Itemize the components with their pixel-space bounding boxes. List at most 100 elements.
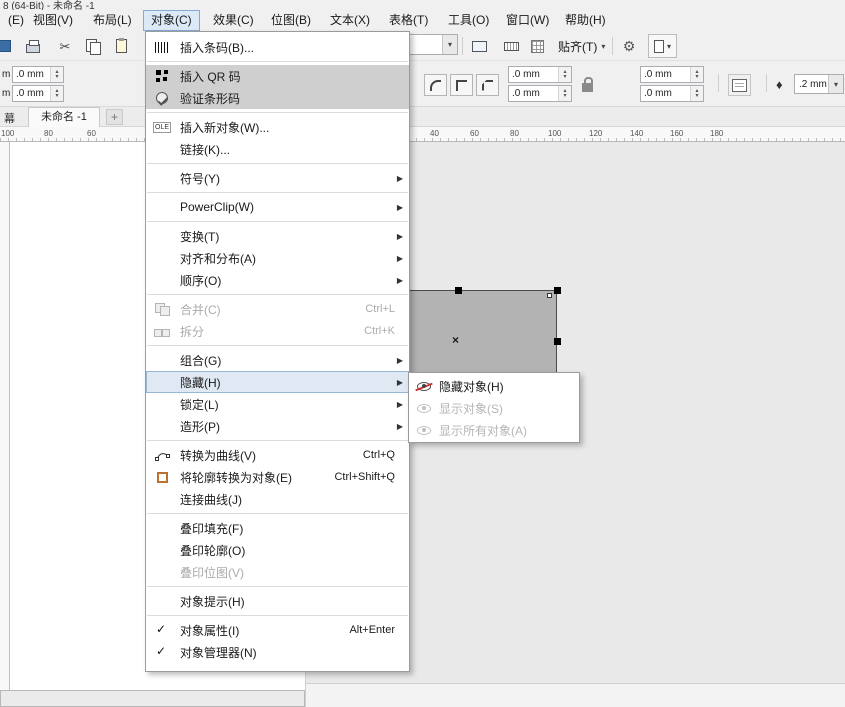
menu-item-group[interactable]: 组合(G) ▶ (146, 349, 409, 371)
ruler-number: 80 (44, 129, 53, 138)
menu-item-insert-qr[interactable]: 插入 QR 码 (146, 65, 409, 87)
menu-item-label: 造形(P) (180, 418, 220, 435)
selection-handle-right-center[interactable] (554, 338, 561, 345)
menu-item-transform[interactable]: 变换(T) ▶ (146, 225, 409, 247)
menu-item-symbol[interactable]: 符号(Y) ▶ (146, 167, 409, 189)
paste-button[interactable] (108, 34, 134, 58)
corner-radius-top-right-field[interactable]: .0 mm ▴▾ (640, 66, 704, 83)
menu-item-label: 验证条形码 (180, 90, 240, 107)
save-icon (0, 40, 11, 52)
corner-br-stepper[interactable]: ▴▾ (690, 86, 703, 101)
menu-item-label: 插入 QR 码 (180, 68, 241, 85)
convert-outline-to-object-icon (153, 469, 171, 485)
vertical-ruler[interactable] (0, 142, 10, 690)
menu-item-lock[interactable]: 锁定(L) ▶ (146, 393, 409, 415)
outline-width-dropdown-arrow-icon[interactable]: ▾ (828, 75, 843, 93)
corner-radius-bl-value: .0 mm (509, 86, 558, 101)
menu-item-insert-new-object[interactable]: OLE 插入新对象(W)... (146, 116, 409, 138)
menu-item-powerclip[interactable]: PowerClip(W) ▶ (146, 196, 409, 218)
menubar-item-tools[interactable]: 工具(O) (440, 10, 497, 31)
menu-item-object-manager[interactable]: ✓ 对象管理器(N) (146, 641, 409, 663)
stepper-down-icon[interactable]: ▾ (695, 94, 698, 99)
menu-item-join-curves[interactable]: 连接曲线(J) (146, 488, 409, 510)
stepper-down-icon[interactable]: ▾ (55, 75, 58, 80)
show-rulers-button[interactable] (498, 34, 524, 58)
scalloped-corner-icon (456, 80, 467, 91)
menu-item-order[interactable]: 顺序(O) ▶ (146, 269, 409, 291)
menubar-item-bitmaps[interactable]: 位图(B) (263, 10, 319, 31)
corner-tr-stepper[interactable]: ▴▾ (690, 67, 703, 82)
corner-style-scallop-button[interactable] (450, 74, 473, 96)
outline-width-value: .2 mm (795, 75, 828, 93)
copy-button[interactable] (80, 34, 106, 58)
selection-handle-top-right[interactable] (554, 287, 561, 294)
menu-item-label: 链接(K)... (180, 141, 230, 158)
ole-object-icon: OLE (153, 119, 171, 135)
edit-corners-together-lock-icon[interactable] (582, 83, 593, 92)
menu-item-shortcut: Ctrl+Shift+Q (334, 471, 401, 483)
height-stepper[interactable]: ▴▾ (50, 86, 63, 101)
menubar-item-table[interactable]: 表格(T) (381, 10, 436, 31)
corner-radius-bottom-right-field[interactable]: .0 mm ▴▾ (640, 85, 704, 102)
menu-item-align-distribute[interactable]: 对齐和分布(A) ▶ (146, 247, 409, 269)
cut-button[interactable]: ✂ (52, 34, 78, 58)
document-tab-untitled[interactable]: 未命名 -1 (28, 107, 100, 127)
submenu-item-hide-objects[interactable]: 隐藏对象(H) (409, 375, 579, 397)
menu-item-insert-barcode[interactable]: 插入条码(B)... (146, 36, 409, 58)
snap-to-dropdown[interactable]: 贴齐(T) ▾ (552, 35, 611, 57)
stepper-down-icon[interactable]: ▾ (563, 75, 566, 80)
corner-bl-stepper[interactable]: ▴▾ (558, 86, 571, 101)
wrap-text-button[interactable] (728, 74, 751, 96)
fullscreen-preview-button[interactable] (466, 34, 492, 58)
stepper-down-icon[interactable]: ▾ (695, 75, 698, 80)
corner-radius-tl-value: .0 mm (509, 67, 558, 82)
menu-item-hide[interactable]: 隐藏(H) ▶ (146, 371, 409, 393)
menubar-item-layout[interactable]: 布局(L) (85, 10, 140, 31)
stepper-down-icon[interactable]: ▾ (563, 94, 566, 99)
corner-style-round-button[interactable] (424, 74, 447, 96)
new-document-tab-button[interactable]: + (106, 109, 123, 125)
width-stepper[interactable]: ▴▾ (50, 67, 63, 82)
menubar-item-window[interactable]: 窗口(W) (498, 10, 557, 31)
corner-tl-stepper[interactable]: ▴▾ (558, 67, 571, 82)
menubar-item-view[interactable]: 视图(V) (25, 10, 81, 31)
submenu-item-label: 显示所有对象(A) (439, 422, 527, 439)
menubar-item-help[interactable]: 帮助(H) (557, 10, 614, 31)
object-size-width-field[interactable]: .0 mm ▴▾ (12, 66, 64, 83)
outline-width-combo[interactable]: .2 mm ▾ (794, 74, 844, 94)
menu-item-shaping[interactable]: 造形(P) ▶ (146, 415, 409, 437)
menu-item-convert-outline-to-object[interactable]: 将轮廓转换为对象(E) Ctrl+Shift+Q (146, 466, 409, 488)
zoom-dropdown-arrow-icon[interactable]: ▾ (442, 35, 457, 54)
selection-handle-top-center[interactable] (455, 287, 462, 294)
menu-item-convert-to-curves[interactable]: 转换为曲线(V) Ctrl+Q (146, 444, 409, 466)
horizontal-ruler[interactable]: 100 80 60 40 60 80 100 120 140 160 180 (0, 127, 845, 142)
corner-radius-top-left-field[interactable]: .0 mm ▴▾ (508, 66, 572, 83)
print-button[interactable] (20, 34, 46, 58)
options-button[interactable]: ⚙ (617, 35, 641, 57)
menu-item-object-hinting[interactable]: 对象提示(H) (146, 590, 409, 612)
horizontal-scrollbar[interactable] (305, 683, 845, 707)
menu-item-overprint-outline[interactable]: 叠印轮廓(O) (146, 539, 409, 561)
menu-item-links[interactable]: 链接(K)... (146, 138, 409, 160)
document-navigator[interactable] (0, 690, 305, 707)
menu-item-validate-barcode[interactable]: 验证条形码 (146, 87, 409, 109)
menubar-item-text[interactable]: 文本(X) (322, 10, 378, 31)
print-icon (26, 44, 40, 53)
copy-icon (86, 39, 100, 53)
menu-item-shortcut: Ctrl+L (365, 303, 401, 315)
rectangle-corner-node[interactable] (547, 293, 552, 298)
menubar-item-effects[interactable]: 效果(C) (205, 10, 262, 31)
menu-item-object-properties[interactable]: ✓ 对象属性(I) Alt+Enter (146, 619, 409, 641)
stepper-down-icon[interactable]: ▾ (55, 94, 58, 99)
propbar-separator (718, 74, 719, 92)
convert-to-curves-icon (153, 447, 171, 463)
save-button[interactable] (0, 34, 18, 58)
application-launcher-dropdown[interactable]: ▾ (648, 34, 677, 58)
show-grid-button[interactable] (524, 34, 550, 58)
menu-item-overprint-fill[interactable]: 叠印填充(F) (146, 517, 409, 539)
barcode-icon (153, 39, 171, 55)
corner-style-chamfer-button[interactable] (476, 74, 499, 96)
object-size-height-field[interactable]: .0 mm ▴▾ (12, 85, 64, 102)
corner-radius-bottom-left-field[interactable]: .0 mm ▴▾ (508, 85, 572, 102)
menubar-item-object[interactable]: 对象(C) (143, 10, 200, 31)
